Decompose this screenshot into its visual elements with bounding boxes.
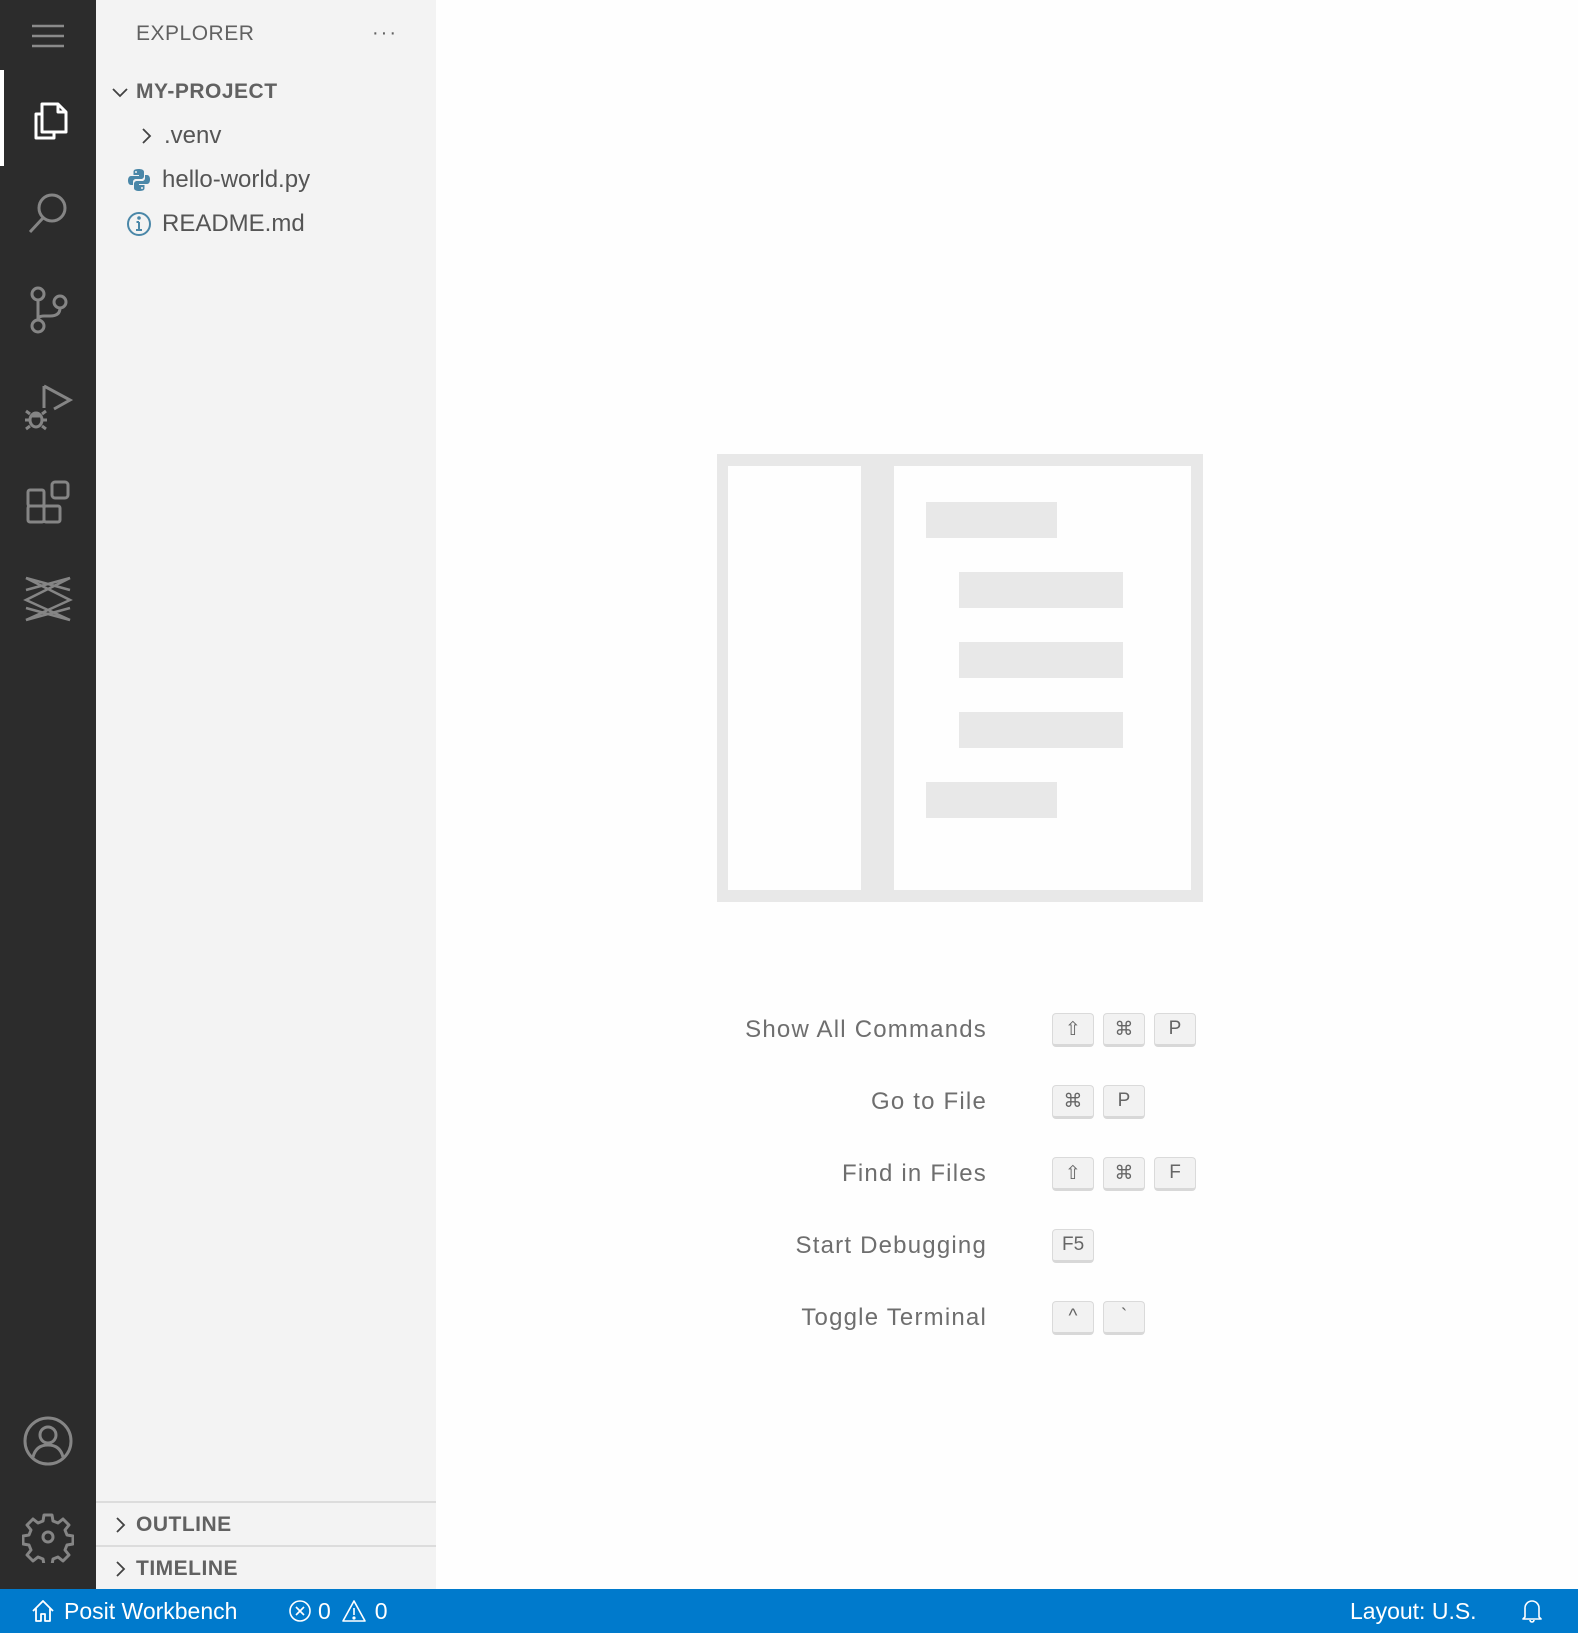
activity-explorer[interactable] [0,70,96,166]
project-name: MY-PROJECT [136,80,278,103]
key-cmd: ⌘ [1052,1085,1094,1119]
status-bar: Posit Workbench 0 0 Layout: U.S. [0,1589,1578,1633]
home-icon [32,1600,54,1622]
outline-pane-header[interactable]: OUTLINE [96,1501,436,1546]
shortcut-row[interactable]: Toggle Terminal ^ ` [436,1298,1578,1338]
account-icon [23,1416,73,1466]
key-shift: ⇧ [1052,1157,1094,1191]
editor-area: Show All Commands ⇧ ⌘ P Go to File ⌘ P F… [436,0,1578,1589]
timeline-pane-header[interactable]: TIMELINE [96,1545,436,1590]
more-actions-button[interactable]: ··· [372,22,398,45]
files-icon [34,102,68,140]
outline-label: OUTLINE [136,1512,232,1536]
activity-source-control[interactable] [0,262,96,358]
key-backtick: ` [1103,1301,1145,1335]
shortcut-keys: ^ ` [1052,1301,1145,1335]
key-f: F [1154,1157,1196,1191]
layout-label: Layout: U.S. [1350,1597,1477,1624]
tree-item-venv[interactable]: .venv [96,114,436,158]
shortcut-label: Find in Files [842,1160,987,1187]
key-f5: F5 [1052,1229,1095,1263]
tree-item-readme[interactable]: README.md [96,202,436,246]
editor-watermark-logo [717,454,1203,902]
key-cmd: ⌘ [1103,1013,1145,1047]
shortcut-row[interactable]: Show All Commands ⇧ ⌘ P [436,1010,1578,1050]
search-icon [28,193,67,234]
activity-posit[interactable] [0,550,96,646]
key-shift: ⇧ [1052,1013,1094,1047]
error-count: 0 [318,1597,331,1624]
chevron-right-icon [116,1560,126,1577]
warning-icon [341,1600,366,1622]
shortcut-keys: ⌘ P [1052,1085,1145,1119]
activity-extensions[interactable] [0,454,96,550]
chevron-right-icon [116,1516,126,1533]
project-section-header[interactable]: MY-PROJECT [96,70,436,114]
shortcut-row[interactable]: Find in Files ⇧ ⌘ F [436,1154,1578,1194]
keyboard-layout-indicator[interactable]: Layout: U.S. [1350,1589,1477,1633]
shortcut-label: Toggle Terminal [801,1304,987,1331]
bell-icon [1522,1600,1542,1623]
chevron-right-icon [142,128,152,144]
activity-manage[interactable] [0,1489,96,1585]
shortcut-row[interactable]: Start Debugging F5 [436,1226,1578,1266]
remote-indicator[interactable]: Posit Workbench [30,1589,237,1633]
chevron-down-icon [112,88,128,98]
shortcut-keys: ⇧ ⌘ P [1052,1013,1196,1047]
timeline-label: TIMELINE [136,1556,238,1580]
activity-bar [0,0,96,1589]
tree-item-label: README.md [162,210,305,237]
sidebar-title: EXPLORER [136,22,255,45]
info-icon [127,212,151,236]
shortcut-row[interactable]: Go to File ⌘ P [436,1082,1578,1122]
shortcut-label: Go to File [870,1088,987,1115]
activity-accounts[interactable] [0,1393,96,1489]
shortcut-label: Start Debugging [795,1232,987,1259]
problems-indicator[interactable]: 0 0 [288,1589,388,1633]
key-p: P [1103,1085,1145,1119]
tree-item-label: hello-world.py [162,166,311,193]
remote-label: Posit Workbench [64,1597,238,1624]
key-p: P [1154,1013,1196,1047]
shortcut-keys: F5 [1052,1229,1095,1263]
gear-icon [22,1513,74,1563]
shortcut-keys: ⇧ ⌘ F [1052,1157,1196,1191]
activity-search[interactable] [0,166,96,262]
run-debug-icon [25,384,74,431]
error-icon [289,1600,311,1622]
source-control-icon [30,286,68,334]
tree-item-label: .venv [164,122,222,149]
explorer-sidebar: EXPLORER ··· MY-PROJECT .venv hello-worl… [96,0,436,1589]
key-ctrl: ^ [1052,1301,1094,1335]
posit-workbench-icon [23,576,73,622]
notifications-button[interactable] [1520,1589,1544,1633]
warning-count: 0 [374,1597,388,1624]
tree-item-hello-world[interactable]: hello-world.py [96,158,436,202]
hamburger-menu-icon [32,24,64,48]
python-icon [128,169,150,191]
extensions-icon [26,480,70,524]
activity-run-debug[interactable] [0,358,96,454]
key-cmd: ⌘ [1103,1157,1145,1191]
shortcut-label: Show All Commands [745,1016,987,1043]
